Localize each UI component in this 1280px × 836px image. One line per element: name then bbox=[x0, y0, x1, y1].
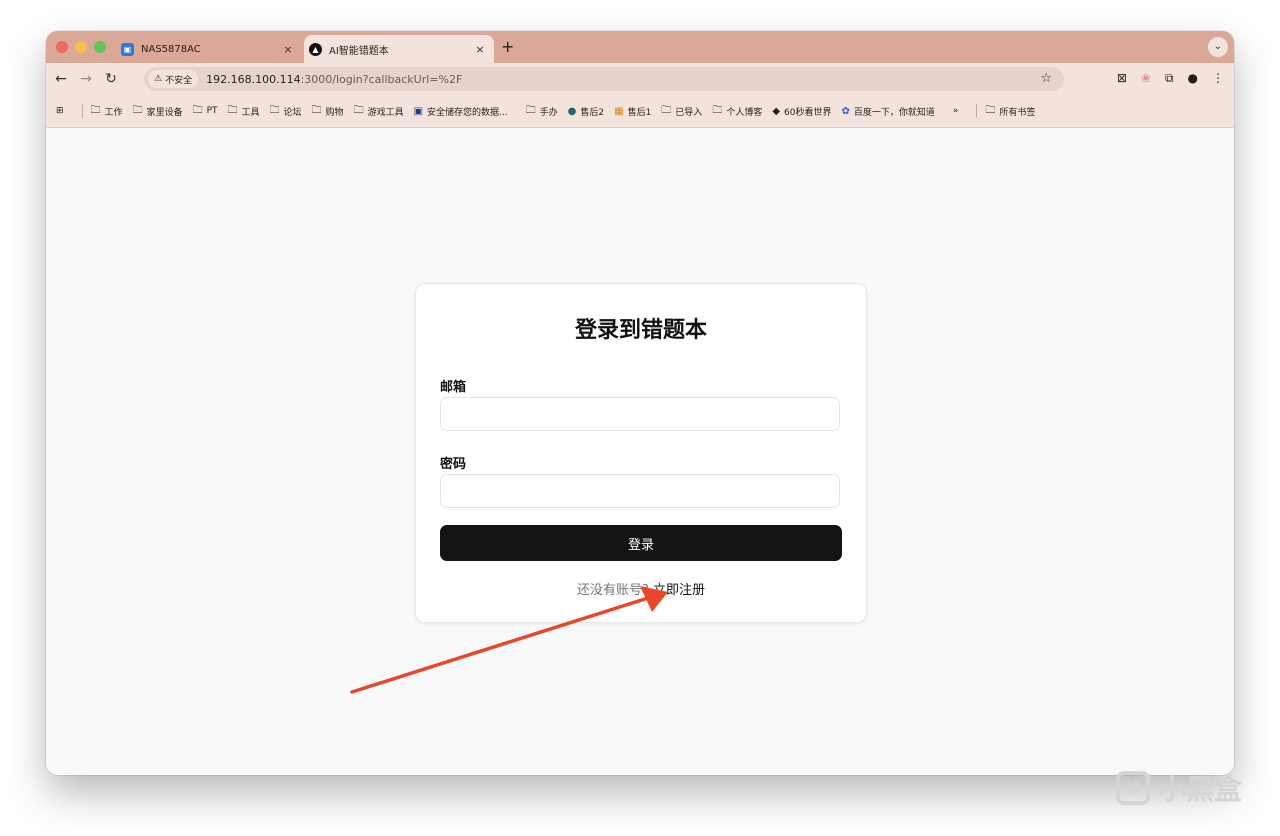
watermark-text: 小黑盒 bbox=[1157, 773, 1242, 806]
annotation-arrow bbox=[350, 586, 668, 694]
watermark: H 小黑盒 bbox=[1115, 768, 1242, 808]
arrow-shaft bbox=[350, 596, 650, 694]
heybox-logo-icon: H bbox=[1115, 771, 1150, 805]
